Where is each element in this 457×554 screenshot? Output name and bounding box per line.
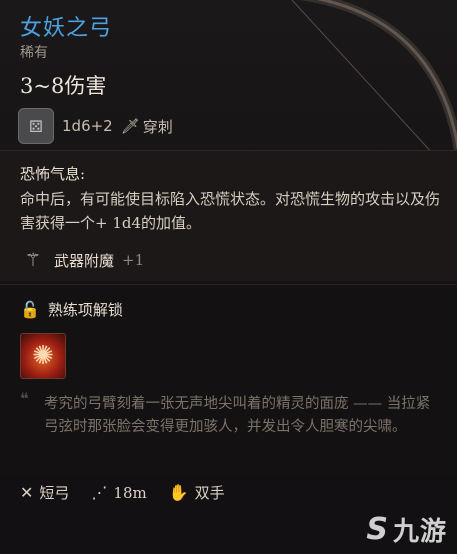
quote-icon: ❝ (20, 389, 29, 408)
unlock-icon: 🔓 (20, 300, 40, 319)
enchant-label: 武器附魔 (54, 251, 115, 270)
dagger-icon: 🗡 (120, 117, 140, 135)
enchant-icon: ⚚ (24, 249, 42, 271)
damage-type-label: 穿刺 (142, 117, 173, 136)
weapon-skill-icon[interactable]: ✺ (20, 333, 66, 379)
flavor-text: 考究的弓臂刻着一张无声地尖叫着的精灵的面庞 —— 当拉紧弓弦时那张脸会变得更加骇… (44, 396, 431, 435)
damage-dice: 1d6+2 (62, 117, 113, 135)
range-label: 18m (113, 483, 147, 502)
damage-type: 🗡 穿刺 (121, 116, 173, 137)
proficiency-section: 🔓 熟练项解锁 ✺ ❝ 考究的弓臂刻着一张无声地尖叫着的精灵的面庞 —— 当拉紧… (0, 284, 457, 475)
enchant-bonus: +1 (122, 251, 145, 269)
weapon-hands: ✋ 双手 (169, 482, 225, 503)
watermark: S 九游 (366, 511, 447, 548)
properties-row: ✕ 短弓 ⋰ 18m ✋ 双手 (20, 482, 225, 503)
crossed-arrows-icon: ✕ (20, 483, 34, 502)
range-icon: ⋰ (91, 483, 108, 502)
properties-footer: ✕ 短弓 ⋰ 18m ✋ 双手 S 九游 (0, 474, 457, 554)
watermark-logo-icon: S (366, 512, 389, 547)
weapon-type-label: 短弓 (39, 484, 70, 502)
hands-label: 双手 (194, 484, 225, 502)
item-damage: 3~8伤害 (20, 74, 107, 98)
proficiency-row: 🔓 熟练项解锁 (20, 299, 123, 320)
hand-icon: ✋ (168, 483, 189, 502)
passive-title: 恐怖气息: (20, 165, 86, 183)
proficiency-label: 熟练项解锁 (47, 301, 123, 319)
weapon-range: ⋰ 18m (91, 483, 146, 502)
item-tooltip: 女妖之弓 稀有 3~8伤害 ⚄ 1d6+2 🗡 穿刺 恐怖气息: 命中后，有可能… (0, 0, 457, 554)
dice-icon: ⚄ (18, 108, 54, 144)
weapon-enchant-row: ⚚ 武器附魔 +1 (20, 247, 144, 273)
weapon-type: ✕ 短弓 (20, 482, 69, 503)
passive-section: 恐怖气息: 命中后，有可能使目标陷入恐慌状态。对恐慌生物的攻击以及伤害获得一个+… (0, 150, 457, 281)
damage-dice-row: ⚄ 1d6+2 🗡 穿刺 (18, 108, 173, 144)
passive-description: 命中后，有可能使目标陷入恐慌状态。对恐慌生物的攻击以及伤害获得一个+ 1d4的加… (20, 190, 441, 232)
watermark-text: 九游 (392, 517, 447, 547)
item-name: 女妖之弓 (20, 16, 113, 41)
item-rarity: 稀有 (20, 45, 48, 61)
